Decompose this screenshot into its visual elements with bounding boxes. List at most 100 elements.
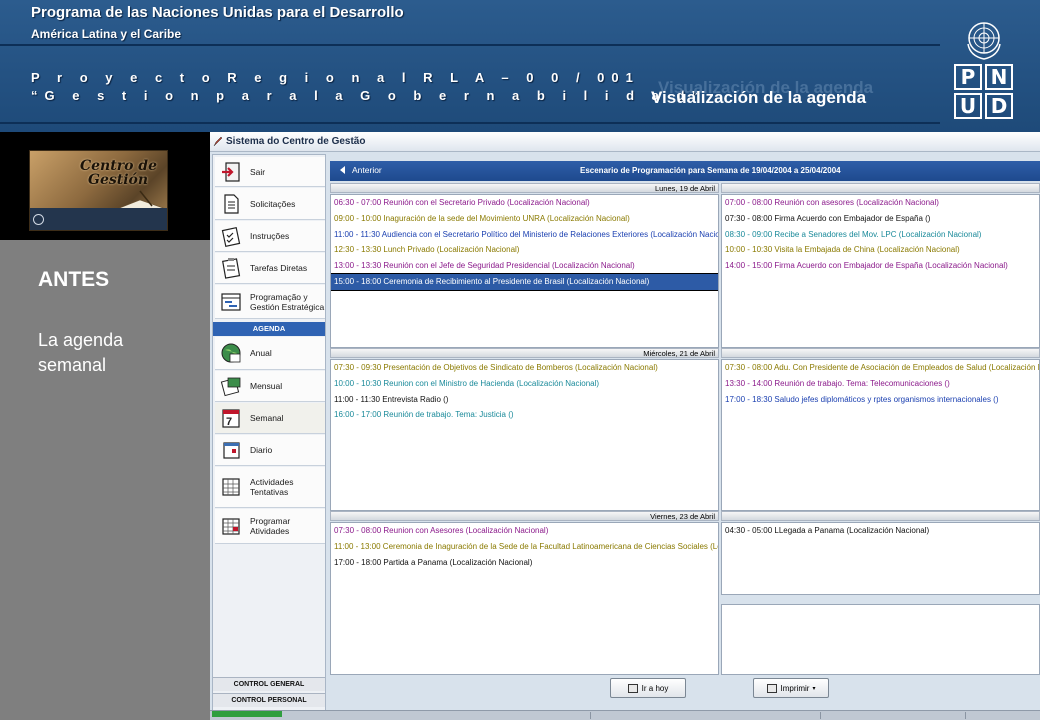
event-time: 17:00 - 18:00: [334, 557, 382, 567]
sidebar-item-label: Tarefas Diretas: [250, 263, 308, 273]
header-project-line1: P r o y e c t o R e g i o n a l R L A – …: [31, 70, 640, 85]
agenda-event-row[interactable]: 07:30 - 08:00 Reunion con Asesores (Loca…: [331, 523, 718, 539]
week-navigation-bar: Anterior Escenario de Programación para …: [330, 161, 1040, 181]
agenda-event-row[interactable]: 16:00 - 17:00 Reunión de trabajo. Tema: …: [331, 407, 718, 423]
agenda-description: La agenda semanal: [38, 330, 124, 375]
sidebar-item-tarefas-diretas[interactable]: Tarefas Diretas: [215, 253, 325, 284]
app-titlebar: Sistema do Centro de Gestão: [210, 132, 1040, 152]
day-header-monday: Lunes, 19 de Abril: [330, 183, 719, 193]
sidebar-item-label: Sair: [250, 166, 266, 177]
control-personal-button[interactable]: CONTROL PERSONAL: [213, 693, 325, 707]
event-time: 07:30 - 08:00: [725, 213, 773, 223]
un-emblem-icon: [954, 18, 1014, 62]
logo-letter: D: [985, 93, 1013, 119]
agenda-event-row[interactable]: 14:00 - 15:00 Firma Acuerdo con Embajado…: [722, 258, 1039, 274]
sidebar-item-anual[interactable]: Anual: [215, 337, 325, 370]
day-panel-monday: 06:30 - 07:00 Reunión con el Secretario …: [330, 194, 719, 348]
un-small-emblem-icon: [33, 214, 44, 225]
previous-week-button[interactable]: Anterior: [340, 165, 382, 175]
dropdown-arrow-icon: ▾: [812, 685, 816, 692]
day-header-thursday: [721, 348, 1040, 358]
previous-label: Anterior: [352, 165, 382, 175]
day-header-wednesday: Miércoles, 21 de Abril: [330, 348, 719, 358]
agenda-event-row[interactable]: 13:30 - 14:00 Reunión de trabajo. Tema: …: [722, 376, 1039, 392]
event-time: 12:30 - 13:30: [334, 245, 382, 255]
agenda-event-row[interactable]: 04:30 - 05:00 LLegada a Panama (Localiza…: [722, 523, 1039, 539]
sidebar-item-label: Diario: [250, 445, 273, 455]
sidebar-item-semanal[interactable]: 7 Semanal: [215, 403, 325, 434]
slide-header: Programa de las Naciones Unidas para el …: [0, 0, 1040, 132]
agenda-event-row[interactable]: 06:30 - 07:00 Reunión con el Secretario …: [331, 195, 718, 211]
event-time: 11:00 - 13:00: [334, 541, 381, 551]
event-description: Ceremonia de Inaguración de la Sede de l…: [382, 541, 719, 551]
day-panel-sunday: [721, 604, 1040, 675]
svg-text:7: 7: [226, 416, 232, 428]
agenda-event-row[interactable]: 17:00 - 18:30 Saludo jefes diplomáticos …: [722, 392, 1039, 408]
event-description: Reunion con Asesores (Localización Nacio…: [383, 526, 549, 535]
event-time: 13:30 - 14:00: [725, 378, 773, 388]
header-project-line2: “G e s t i o n p a r a l a G o b e r n a…: [31, 88, 705, 103]
agenda-event-row[interactable]: 11:00 - 13:00 Ceremonia de Inaguración d…: [331, 539, 718, 555]
day-panel-wednesday: 07:30 - 09:30 Presentación de Objetivos …: [330, 359, 719, 511]
sidebar-item-programacion[interactable]: Programação y Gestión Estratégica: [215, 285, 325, 319]
event-time: 09:00 - 10:00: [334, 213, 382, 223]
app-sidebar: Sair Solicitações Instruções Tarefas Dir…: [212, 154, 326, 716]
day-panel-saturday: 04:30 - 05:00 LLegada a Panama (Localiza…: [721, 522, 1040, 595]
control-general-button[interactable]: CONTROL GENERAL: [213, 677, 325, 691]
header-subtitle: América Latina y el Caribe: [31, 27, 182, 41]
day-header-saturday: [721, 511, 1040, 521]
sidebar-item-label: Anual: [250, 348, 272, 358]
agenda-event-row[interactable]: 15:00 - 18:00 Ceremonia de Recibimiento …: [331, 272, 718, 291]
agenda-event-row[interactable]: 09:00 - 10:00 Inaguración de la sede del…: [331, 211, 718, 227]
agenda-event-row[interactable]: 08:30 - 09:00 Recibe a Senadores del Mov…: [722, 227, 1039, 243]
event-time: 07:30 - 09:30: [334, 363, 382, 372]
go-to-today-button[interactable]: Ir a hoy: [610, 678, 686, 698]
sidebar-item-programar-atividades[interactable]: Programar Atividades: [215, 509, 325, 544]
week-title: Escenario de Programación para Semana de…: [580, 166, 841, 175]
sidebar-item-label: Programação y Gestión Estratégica: [250, 291, 325, 312]
logo-letter: N: [985, 64, 1013, 90]
event-time: 07:30 - 08:00: [725, 363, 773, 372]
event-description: Ceremonia de Recibimiento al Presidente …: [383, 276, 650, 286]
event-description: Firma Acuerdo con Embajador de España (): [774, 213, 931, 223]
agenda-event-row[interactable]: 07:00 - 08:00 Reunión con asesores (Loca…: [722, 195, 1039, 211]
event-description: Reunión de trabajo. Tema: Justicia (): [383, 410, 514, 420]
event-description: LLegada a Panama (Localización Nacional): [774, 526, 930, 535]
calendar-small-icon: [627, 683, 638, 693]
print-button[interactable]: Imprimir ▾: [753, 678, 829, 698]
sidebar-item-diario[interactable]: Diario: [215, 435, 325, 466]
day-header-tuesday: [721, 183, 1040, 193]
agenda-event-row[interactable]: 10:00 - 10:30 Visita la Embajada de Chin…: [722, 242, 1039, 258]
event-description: Entrevista Radio (): [382, 394, 449, 404]
centro-de-gestion-image: Centro de Gestión: [29, 150, 168, 231]
event-time: 10:00 - 10:30: [334, 378, 382, 388]
event-description: Visita la Embajada de China (Localizació…: [774, 245, 960, 255]
agenda-event-row[interactable]: 07:30 - 08:00 Firma Acuerdo con Embajado…: [722, 211, 1039, 227]
event-description: Reunión con el Jefe de Seguridad Preside…: [383, 261, 635, 271]
sidebar-item-salir[interactable]: Sair: [215, 157, 325, 187]
globe-calendar-icon: [220, 342, 242, 364]
sidebar-item-actividades-tentativas[interactable]: Actividades Tentativas: [215, 467, 325, 508]
daily-calendar-icon: [220, 439, 242, 461]
day-panel-tuesday: 07:00 - 08:00 Reunión con asesores (Loca…: [721, 194, 1040, 348]
agenda-event-row[interactable]: 10:00 - 10:30 Reunion con el Ministro de…: [331, 376, 718, 392]
sidebar-item-mensual[interactable]: Mensual: [215, 371, 325, 402]
event-time: 17:00 - 18:30: [725, 394, 773, 404]
sidebar-item-label: Solicitações: [250, 198, 296, 209]
event-description: Reunion con el Ministro de Hacienda (Loc…: [383, 378, 600, 388]
image-caption: Centro de Gestión: [80, 159, 157, 187]
event-time: 06:30 - 07:00: [334, 198, 382, 207]
sidebar-item-solicitacoes[interactable]: Solicitações: [215, 188, 325, 220]
agenda-event-row[interactable]: 07:30 - 08:00 Adu. Con Presidente de Aso…: [722, 360, 1039, 376]
agenda-event-row[interactable]: 17:00 - 18:00 Partida a Panama (Localiza…: [331, 555, 718, 571]
agenda-event-row[interactable]: 07:30 - 09:30 Presentación de Objetivos …: [331, 360, 718, 376]
agenda-event-row[interactable]: 11:00 - 11:30 Audiencia con el Secretari…: [331, 227, 718, 243]
agenda-event-row[interactable]: 13:00 - 13:30 Reunión con el Jefe de Seg…: [331, 258, 718, 274]
sidebar-item-instrucoes[interactable]: Instruções: [215, 221, 325, 252]
status-divider: [820, 712, 821, 719]
clipboard-checklist-icon: [220, 225, 242, 247]
event-description: Saludo jefes diplomáticos y rptes organi…: [774, 394, 999, 404]
agenda-event-row[interactable]: 12:30 - 13:30 Lunch Privado (Localizació…: [331, 242, 718, 258]
agenda-event-row[interactable]: 11:00 - 11:30 Entrevista Radio (): [331, 392, 718, 408]
sidebar-item-label: Actividades Tentativas: [250, 477, 294, 497]
